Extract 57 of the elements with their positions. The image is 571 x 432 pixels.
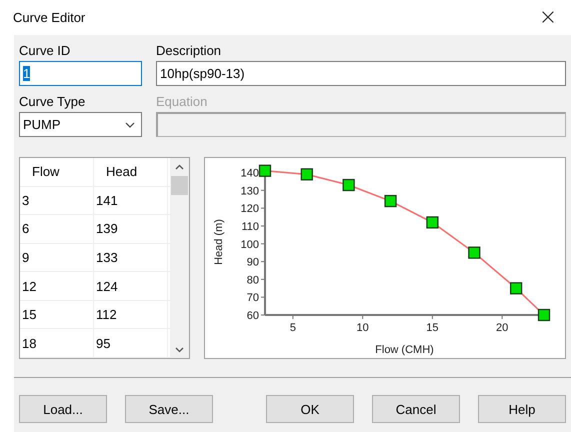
input-field[interactable]: 1 — [19, 61, 142, 86]
axis-title: Flow (CMH) — [375, 344, 434, 356]
data-point[interactable] — [468, 246, 480, 259]
tick-label: 90 — [246, 256, 259, 269]
dialog-button[interactable]: OK — [266, 395, 354, 423]
column-header: Flow — [20, 158, 94, 186]
tick-label: 15 — [426, 322, 439, 334]
field-label: Description — [156, 43, 222, 59]
scroll-thumb[interactable] — [171, 176, 188, 195]
input-field[interactable] — [156, 112, 566, 137]
tick-label: 100 — [240, 238, 259, 251]
table-cell[interactable]: 133 — [94, 244, 168, 272]
dialog-button[interactable]: Save... — [125, 395, 213, 423]
data-point[interactable] — [538, 308, 550, 322]
caret-icon — [125, 122, 135, 128]
dialog-button[interactable]: Help — [478, 395, 566, 423]
tick-label: 70 — [246, 292, 259, 304]
data-point[interactable] — [342, 178, 355, 192]
table-cell[interactable]: 124 — [94, 272, 168, 300]
tick-label: 110 — [241, 220, 259, 233]
table-cell[interactable]: 18 — [20, 329, 94, 358]
column-header: Head — [94, 158, 168, 186]
scroll-up-icon[interactable] — [175, 164, 184, 170]
axis-title: Head (m) — [213, 219, 225, 265]
data-point[interactable] — [258, 164, 272, 177]
scrollbar[interactable] — [170, 158, 189, 358]
tick-label: 20 — [496, 322, 508, 334]
table-cell[interactable]: 6 — [20, 215, 94, 243]
close-button[interactable]: × — [525, 0, 571, 35]
data-point[interactable] — [510, 282, 522, 294]
scroll-down-icon[interactable] — [175, 347, 184, 353]
table-cell[interactable]: 9 — [20, 244, 94, 272]
table-cell[interactable]: 112 — [94, 300, 168, 328]
dialog-button[interactable]: Cancel — [372, 395, 460, 423]
dropdown[interactable]: PUMP — [19, 112, 142, 137]
input-field[interactable]: 10hp(sp90-13) — [156, 61, 566, 86]
data-point[interactable] — [426, 216, 438, 229]
table-cell[interactable]: 141 — [94, 186, 168, 214]
tick-label: 10 — [356, 322, 369, 334]
field-label: Equation — [156, 94, 208, 110]
field-label: Curve Type — [19, 94, 86, 110]
table-cell[interactable]: 95 — [94, 329, 168, 358]
tick-label: 5 — [290, 322, 296, 334]
table-cell[interactable]: 12 — [20, 272, 94, 300]
dialog-button[interactable]: Load... — [19, 395, 107, 423]
tick-label: 120 — [240, 203, 259, 216]
window-title: Curve Editor — [13, 10, 86, 25]
table-cell[interactable]: 139 — [94, 215, 168, 243]
tick-label: 60 — [246, 310, 259, 322]
tick-label: 80 — [246, 274, 259, 286]
data-point[interactable] — [300, 168, 313, 180]
table-cell[interactable]: 3 — [20, 186, 94, 214]
field-label: Curve ID — [19, 43, 72, 59]
table-cell[interactable]: 15 — [20, 300, 94, 328]
tick-label: 140 — [240, 168, 259, 180]
tick-label: 130 — [240, 185, 259, 198]
data-point[interactable] — [384, 194, 397, 208]
